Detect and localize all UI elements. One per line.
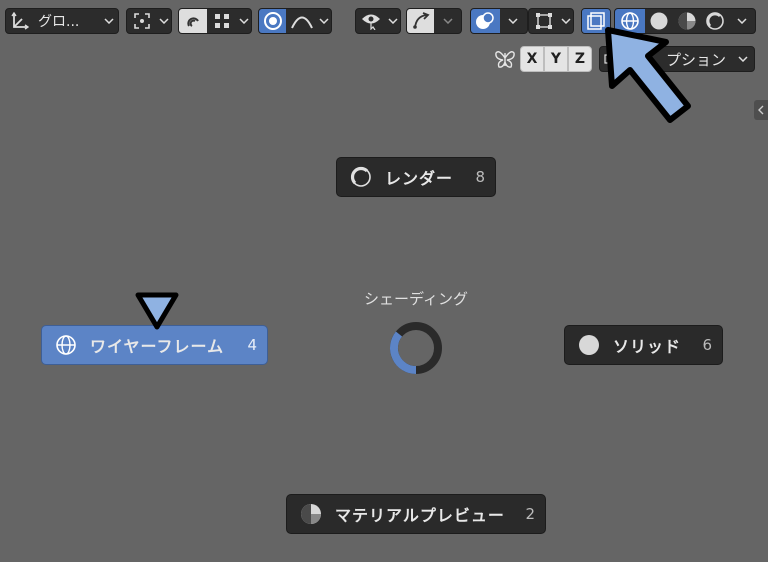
chevron-down-icon [317,9,331,33]
proportional-editing-icon[interactable] [259,9,287,33]
pie-item-shortcut: 6 [702,336,712,354]
chevron-down-icon [732,47,754,71]
chevron-down-icon [729,9,755,33]
falloff-curve-icon[interactable] [286,9,317,33]
gizmo-group[interactable] [406,8,462,34]
shading-rendered-icon[interactable] [701,9,729,33]
chevron-left-icon [758,105,764,115]
chevron-down-icon [157,9,171,33]
butterfly-mirror-icon [494,49,516,69]
mirror-x-toggle[interactable]: X [520,46,544,72]
transform-orientation-dropdown[interactable]: グロ... [5,8,119,34]
proportional-editing-group[interactable] [258,8,332,34]
mesh-edit-icon [529,9,560,33]
chevron-down-icon [100,9,118,33]
orientation-axes-icon [6,9,34,33]
chevron-down-icon [386,9,400,33]
chevron-down-icon [434,9,461,33]
overlays-icon[interactable] [471,9,500,33]
mirror-z-toggle[interactable]: Z [568,46,592,72]
chevron-down-icon [560,9,573,33]
sidebar-toggle-tab[interactable] [754,100,768,120]
pie-item-shortcut: 8 [475,168,485,186]
pie-item-shortcut: 2 [525,505,535,523]
pie-menu-title: シェーディング [364,290,468,308]
pie-item-shortcut: 4 [247,336,257,354]
pie-item-render[interactable]: レンダー 8 [336,157,496,197]
pie-item-solid[interactable]: ソリッド 6 [564,325,723,365]
pie-item-label: ソリッド [613,337,682,356]
visibility-dropdown[interactable] [355,8,401,34]
orientation-label: グロ... [38,14,80,30]
pie-item-material-preview[interactable]: マテリアルプレビュー 2 [286,494,546,534]
snap-magnet-icon[interactable] [179,9,207,33]
annotation-down-triangle [134,291,180,331]
pie-item-label: ワイヤーフレーム [90,337,225,356]
overlays-group[interactable] [470,8,528,34]
shading-rendered-icon [349,165,373,189]
snap-increment-icon[interactable] [207,9,237,33]
shading-material-preview-icon [299,502,323,526]
pivot-point-dropdown[interactable] [126,8,172,34]
annotation-arrow-icon [596,20,700,132]
shading-solid-icon [577,333,601,357]
chevron-down-icon [237,9,251,33]
mirror-y-toggle[interactable]: Y [544,46,568,72]
gizmo-toggle-icon[interactable] [407,9,434,33]
shading-wireframe-icon [54,333,78,357]
eye-pointer-icon [356,9,386,33]
pie-item-label: レンダー [385,169,454,188]
snap-group[interactable] [178,8,252,34]
chevron-down-icon [500,9,527,33]
mesh-edit-overlays-dropdown[interactable] [528,8,574,34]
pie-menu-direction-ring [386,318,446,378]
pie-item-label: マテリアルプレビュー [335,506,505,525]
pivot-point-icon [127,9,157,33]
